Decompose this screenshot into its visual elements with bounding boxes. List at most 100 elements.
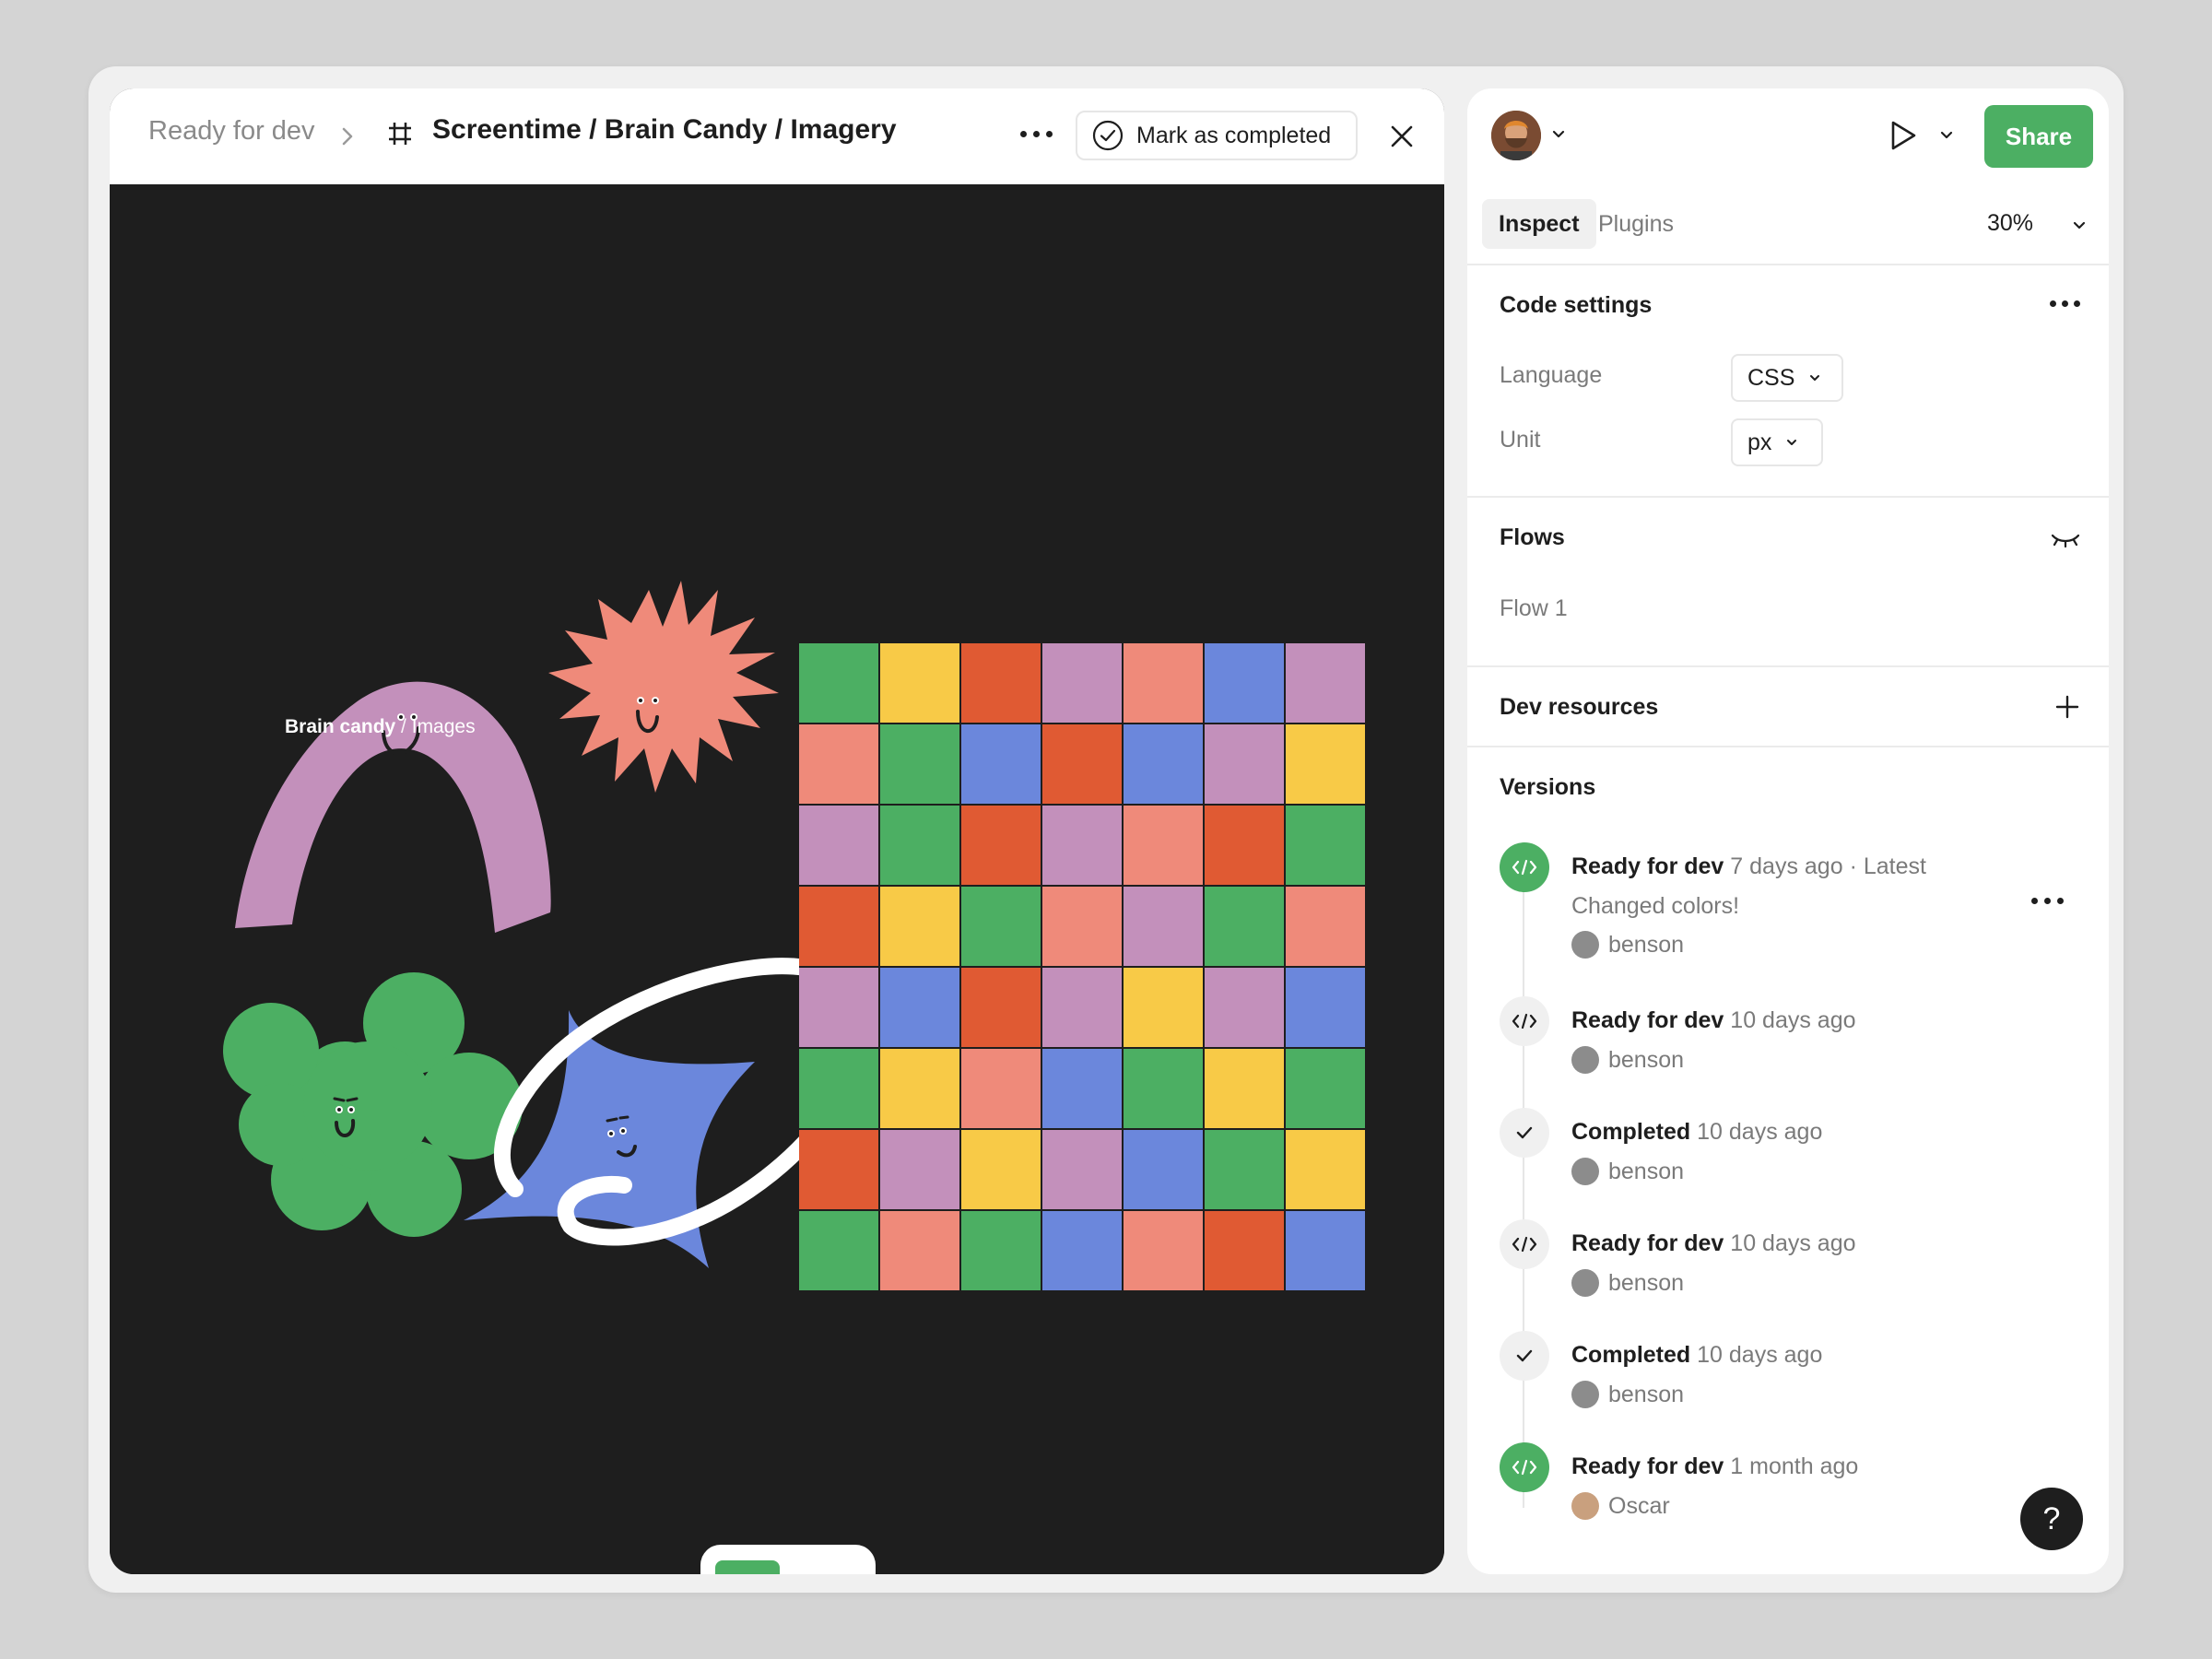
version-title: Ready for dev 10 days ago	[1571, 1230, 1856, 1257]
chevron-down-icon[interactable]	[2072, 218, 2087, 232]
grid-cell	[1124, 806, 1203, 885]
version-time: 10 days ago	[1697, 1119, 1823, 1145]
frame-icon	[389, 123, 411, 145]
version-status: Ready for dev	[1571, 1007, 1724, 1033]
inspect-header: Share	[1467, 88, 2109, 184]
code-icon	[1500, 996, 1549, 1046]
code-icon	[1500, 1219, 1549, 1269]
help-button[interactable]: ?	[2020, 1488, 2083, 1550]
grid-cell	[961, 724, 1041, 804]
grid-cell	[799, 887, 878, 966]
language-select[interactable]: CSS	[1731, 354, 1843, 402]
grid-cell	[880, 1211, 959, 1290]
grid-cell	[880, 887, 959, 966]
version-user: benson	[1571, 1046, 1684, 1074]
version-status: Ready for dev	[1571, 853, 1724, 879]
divider	[1467, 264, 2109, 265]
design-canvas[interactable]: Brain candy / Images	[110, 184, 1444, 1574]
tab-plugins[interactable]: Plugins	[1582, 199, 1690, 249]
play-icon[interactable]	[1886, 118, 1919, 153]
code-settings-title: Code settings	[1500, 292, 1653, 318]
grid-cell	[1124, 1130, 1203, 1209]
version-title: Ready for dev 10 days ago	[1571, 1007, 1856, 1034]
avatar	[1571, 1046, 1599, 1074]
grid-cell	[1286, 1211, 1365, 1290]
grid-cell	[961, 1049, 1041, 1128]
unit-select[interactable]: px	[1731, 418, 1823, 466]
version-status: Ready for dev	[1571, 1230, 1724, 1256]
grid-cell	[799, 643, 878, 723]
dev-mode-viewer: Ready for dev Screentime / Brain Candy /…	[110, 88, 1444, 1574]
divider	[1467, 496, 2109, 498]
code-icon	[1500, 842, 1549, 892]
breadcrumb-status[interactable]: Ready for dev	[148, 116, 315, 147]
plus-icon[interactable]	[2053, 693, 2081, 721]
chevron-down-icon	[1810, 375, 1820, 381]
grid-cell	[1205, 1130, 1284, 1209]
grid-cell	[1042, 806, 1122, 885]
more-options-button[interactable]	[1015, 120, 1057, 147]
canvas-toolbar	[700, 1545, 876, 1574]
grid-cell	[1286, 1049, 1365, 1128]
grid-cell	[1042, 968, 1122, 1047]
grid-cell	[961, 1130, 1041, 1209]
version-user: Oscar	[1571, 1492, 1670, 1520]
tab-inspect[interactable]: Inspect	[1482, 199, 1596, 249]
version-title: Ready for dev 1 month ago	[1571, 1453, 1858, 1480]
chevron-down-icon[interactable]	[1939, 127, 1954, 142]
grid-cell	[1205, 806, 1284, 885]
grid-cell	[961, 806, 1041, 885]
mark-as-completed-button[interactable]: Mark as completed	[1076, 111, 1358, 160]
version-more-button[interactable]	[2031, 891, 2068, 910]
avatar	[1571, 1492, 1599, 1520]
unit-value: px	[1747, 429, 1772, 455]
grid-cell	[1286, 806, 1365, 885]
grid-cell	[1286, 1130, 1365, 1209]
move-tool-button[interactable]	[715, 1560, 780, 1574]
flow-item[interactable]: Flow 1	[1500, 595, 1568, 622]
version-status: Completed	[1571, 1342, 1691, 1368]
chevron-down-icon[interactable]	[1550, 125, 1567, 142]
version-tag: · Latest	[1842, 853, 1926, 879]
salmon-burst-shape	[548, 581, 779, 793]
grid-cell	[1205, 643, 1284, 723]
version-user-name: benson	[1608, 1269, 1685, 1296]
mark-as-completed-label: Mark as completed	[1136, 122, 1332, 148]
grid-cell	[961, 968, 1041, 1047]
version-time: 1 month ago	[1730, 1453, 1859, 1479]
version-time: 7 days ago	[1730, 853, 1843, 879]
grid-cell	[1286, 968, 1365, 1047]
grid-cell	[1205, 1211, 1284, 1290]
version-user-name: benson	[1608, 1046, 1685, 1073]
close-icon[interactable]	[1383, 118, 1420, 155]
grid-cell	[880, 643, 959, 723]
grid-cell	[1286, 724, 1365, 804]
cursor-arrow-icon	[715, 1560, 780, 1574]
grid-cell	[1042, 1211, 1122, 1290]
grid-cell	[1286, 887, 1365, 966]
divider	[1467, 665, 2109, 667]
version-title: Completed 10 days ago	[1571, 1342, 1822, 1369]
user-avatar-icon	[1491, 111, 1541, 160]
check-icon	[1500, 1331, 1549, 1381]
viewer-header: Ready for dev Screentime / Brain Candy /…	[110, 88, 1444, 184]
code-settings-more-button[interactable]	[2050, 297, 2083, 310]
panel-tabs: Inspect Plugins 30%	[1482, 199, 2090, 249]
grid-cell	[961, 643, 1041, 723]
grid-cell	[1042, 724, 1122, 804]
comment-tool-button[interactable]	[800, 1560, 865, 1574]
divider	[1467, 746, 2109, 747]
grid-cell	[880, 806, 959, 885]
grid-cell	[880, 1130, 959, 1209]
grid-cell	[799, 1130, 878, 1209]
avatar[interactable]	[1491, 111, 1541, 160]
dev-resources-title: Dev resources	[1500, 694, 1659, 720]
version-user-name: benson	[1608, 1158, 1685, 1184]
grid-cell	[1124, 643, 1203, 723]
zoom-level[interactable]: 30%	[1987, 210, 2033, 237]
language-label: Language	[1500, 362, 1603, 388]
eye-closed-icon[interactable]	[2050, 525, 2081, 553]
unit-label: Unit	[1500, 427, 1541, 453]
language-value: CSS	[1747, 364, 1795, 391]
share-button[interactable]: Share	[1984, 105, 2093, 168]
